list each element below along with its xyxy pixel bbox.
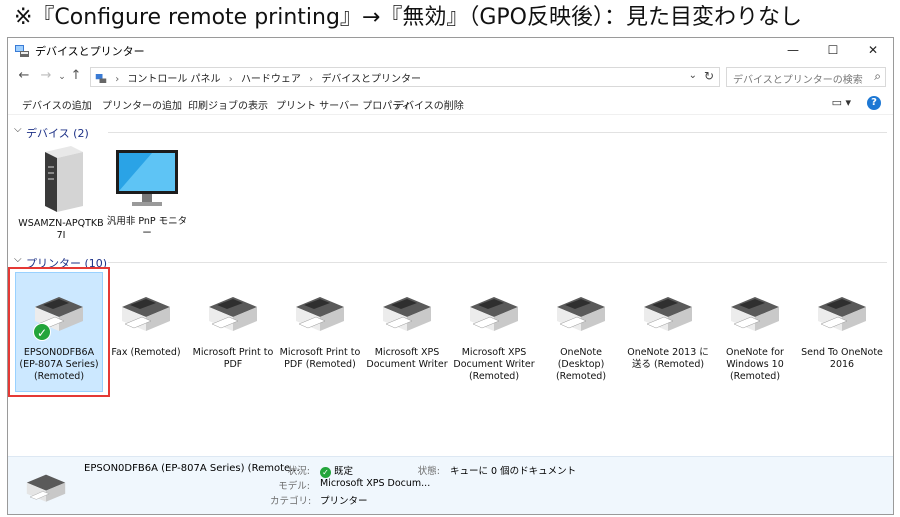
back-button[interactable]: ←: [16, 68, 32, 83]
checkmark-icon: ✓: [320, 467, 331, 478]
minimize-button[interactable]: —: [773, 38, 813, 62]
devices-printers-icon: [15, 45, 29, 57]
category-key: カテゴリ:: [270, 496, 312, 507]
help-icon[interactable]: ?: [867, 96, 881, 110]
caption-text: ※『Configure remote printing』→『無効』（GPO反映後…: [14, 5, 802, 30]
printer-icon: [209, 297, 257, 331]
view-options-icon[interactable]: ▭ ▾: [832, 96, 851, 109]
printer-icon: [731, 297, 779, 331]
printer-label: Fax (Remoted): [111, 347, 181, 358]
printer-icon: [296, 297, 344, 331]
category-value: プリンター: [320, 496, 368, 507]
add-printer-button[interactable]: プリンターの追加: [102, 97, 182, 112]
highlight-box: [8, 267, 110, 397]
maximize-button[interactable]: ☐: [813, 38, 853, 62]
device-item-generic-monitor[interactable]: 汎用非 PnP モニター: [104, 146, 190, 240]
breadcrumb-devices-printers[interactable]: デバイスとプリンター: [321, 74, 421, 85]
printer-icon: [818, 297, 866, 331]
remove-device-button[interactable]: デバイスの削除: [394, 97, 464, 112]
printer-item[interactable]: OneNote for Windows 10 (Remoted): [712, 273, 798, 383]
up-button[interactable]: ↑: [68, 68, 84, 83]
group-divider: [108, 132, 887, 133]
printer-label: Send To OneNote 2016: [801, 347, 883, 370]
monitor-icon: [116, 150, 178, 206]
close-button[interactable]: ✕: [853, 38, 893, 62]
details-device-name: EPSON0DFB6A (EP-807A Series) (Remote...: [84, 463, 300, 474]
refresh-icon[interactable]: ↻: [704, 69, 714, 83]
printer-label: Microsoft XPS Document Writer (Remoted): [453, 347, 535, 382]
printer-icon: [26, 474, 66, 502]
status-value: ✓ 既定: [320, 463, 353, 478]
breadcrumb-separator-icon: ›: [309, 74, 314, 85]
printer-icon: [383, 297, 431, 331]
explorer-window: デバイスとプリンター — ☐ ✕ ← → ⌄ ↑ › コントロール パネル › …: [7, 37, 894, 515]
printer-icon: [557, 297, 605, 331]
add-device-button[interactable]: デバイスの追加: [22, 97, 92, 112]
title-bar: デバイスとプリンター — ☐ ✕: [8, 38, 893, 64]
group-divider: [108, 262, 887, 263]
printer-item[interactable]: OneNote (Desktop) (Remoted): [538, 273, 624, 383]
navigation-bar: ← → ⌄ ↑ › コントロール パネル › ハードウェア › デバイスとプリン…: [8, 66, 893, 90]
search-input[interactable]: デバイスとプリンターの検索 ⌕: [726, 67, 886, 87]
printer-item[interactable]: OneNote 2013 に送る (Remoted): [625, 273, 711, 371]
address-bar[interactable]: › コントロール パネル › ハードウェア › デバイスとプリンター ⌄ ↻: [90, 67, 720, 87]
printers-group-header[interactable]: ⌵ プリンター (10): [8, 253, 893, 271]
state-key: 状態:: [417, 466, 440, 477]
printer-label: OneNote (Desktop) (Remoted): [555, 347, 607, 382]
search-icon[interactable]: ⌕: [874, 69, 881, 84]
state-value: キューに 0 個のドキュメント: [450, 466, 577, 477]
printer-label: Microsoft Print to PDF: [192, 347, 274, 370]
control-panel-icon: [95, 74, 107, 83]
printer-icon: [470, 297, 518, 331]
device-label: 汎用非 PnP モニター: [106, 216, 188, 239]
chevron-down-icon[interactable]: ⌵: [14, 254, 22, 265]
device-item-wsamzn[interactable]: WSAMZN-APQTKB7I: [18, 144, 104, 242]
status-key: 状況:: [287, 466, 310, 477]
printer-icon: [644, 297, 692, 331]
computer-tower-icon: [45, 146, 83, 212]
printer-label: OneNote 2013 に送る (Remoted): [627, 347, 709, 370]
address-dropdown-icon[interactable]: ⌄: [689, 70, 697, 81]
printer-item[interactable]: Fax (Remoted): [103, 273, 189, 359]
breadcrumb-separator-icon: ›: [228, 74, 233, 85]
printer-label: Microsoft Print to PDF (Remoted): [279, 347, 361, 370]
model-key: モデル:: [278, 481, 310, 492]
breadcrumb-hardware[interactable]: ハードウェア: [241, 74, 301, 85]
devices-group-label: デバイス (2): [26, 127, 89, 140]
see-print-jobs-button[interactable]: 印刷ジョブの表示: [188, 97, 268, 112]
window-title: デバイスとプリンター: [35, 45, 145, 58]
printer-label: Microsoft XPS Document Writer: [366, 347, 448, 370]
devices-group-header[interactable]: ⌵ デバイス (2): [8, 123, 893, 141]
command-bar: デバイスの追加 プリンターの追加 印刷ジョブの表示 プリント サーバー プロパテ…: [8, 93, 893, 115]
model-value: Microsoft XPS Docum...: [320, 478, 431, 489]
printer-item[interactable]: Microsoft Print to PDF: [190, 273, 276, 371]
forward-button[interactable]: →: [38, 68, 54, 83]
device-label: WSAMZN-APQTKB7I: [18, 218, 104, 241]
printer-item[interactable]: Microsoft XPS Document Writer (Remoted): [451, 273, 537, 383]
printer-item[interactable]: Send To OneNote 2016: [799, 273, 885, 371]
printer-item[interactable]: Microsoft Print to PDF (Remoted): [277, 273, 363, 371]
printer-icon: [122, 297, 170, 331]
breadcrumb-separator-icon: ›: [115, 74, 120, 85]
print-server-properties-button[interactable]: プリント サーバー プロパティ: [276, 97, 412, 112]
breadcrumb: › コントロール パネル › ハードウェア › デバイスとプリンター: [95, 70, 421, 85]
chevron-down-icon[interactable]: ⌵: [14, 124, 22, 135]
printer-label: OneNote for Windows 10 (Remoted): [726, 347, 784, 382]
search-placeholder: デバイスとプリンターの検索: [733, 75, 863, 86]
printer-item[interactable]: Microsoft XPS Document Writer: [364, 273, 450, 371]
breadcrumb-control-panel[interactable]: コントロール パネル: [127, 74, 220, 85]
details-pane: EPSON0DFB6A (EP-807A Series) (Remote... …: [8, 456, 893, 514]
